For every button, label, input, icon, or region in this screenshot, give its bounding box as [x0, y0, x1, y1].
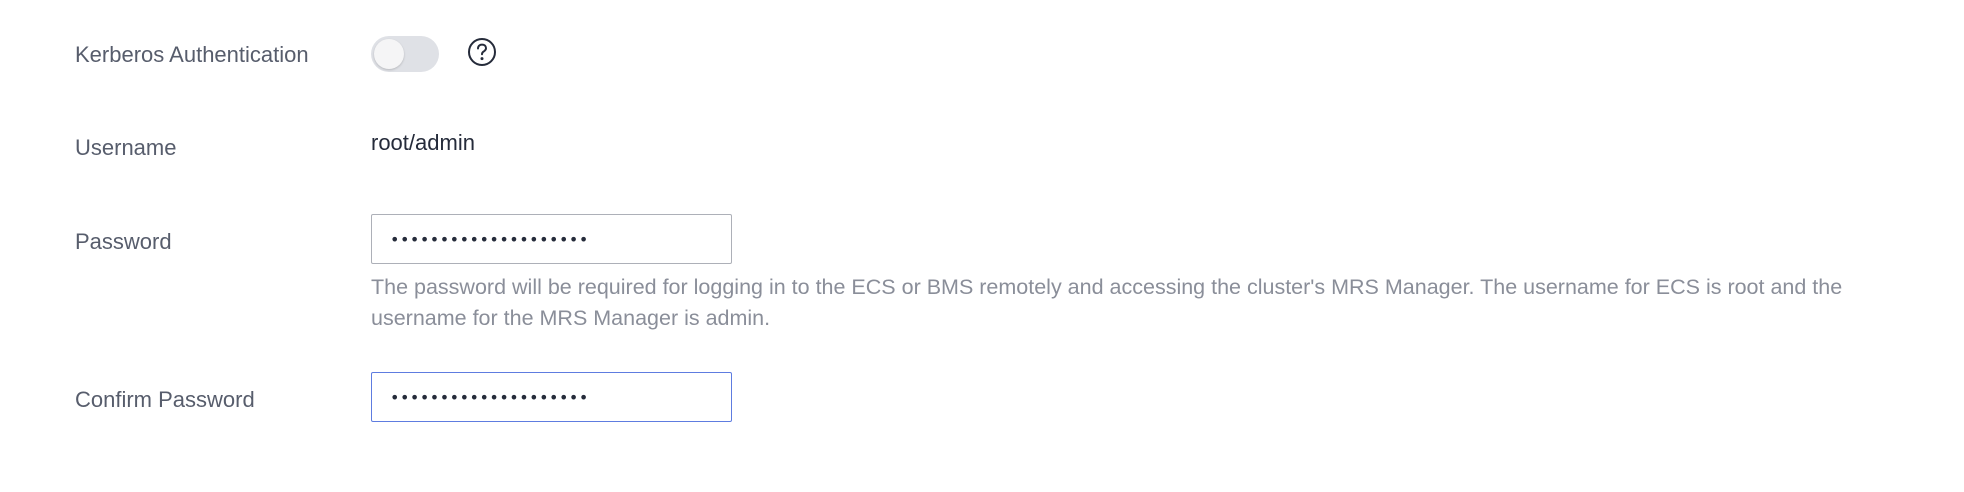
username-label: Username — [75, 135, 177, 160]
username-value: root/admin — [371, 130, 475, 155]
confirm-password-field[interactable] — [371, 372, 732, 422]
password-label: Password — [75, 229, 172, 254]
cluster-credentials-form: Kerberos Authentication Username root/ad… — [0, 0, 1964, 492]
password-hint: The password will be required for loggin… — [371, 275, 1843, 330]
password-field[interactable] — [371, 214, 732, 264]
question-circle-icon[interactable] — [467, 37, 497, 67]
toggle-knob — [374, 39, 404, 69]
kerberos-authentication-toggle[interactable] — [371, 36, 439, 72]
confirm-password-label: Confirm Password — [75, 387, 255, 412]
kerberos-authentication-label: Kerberos Authentication — [75, 42, 309, 67]
